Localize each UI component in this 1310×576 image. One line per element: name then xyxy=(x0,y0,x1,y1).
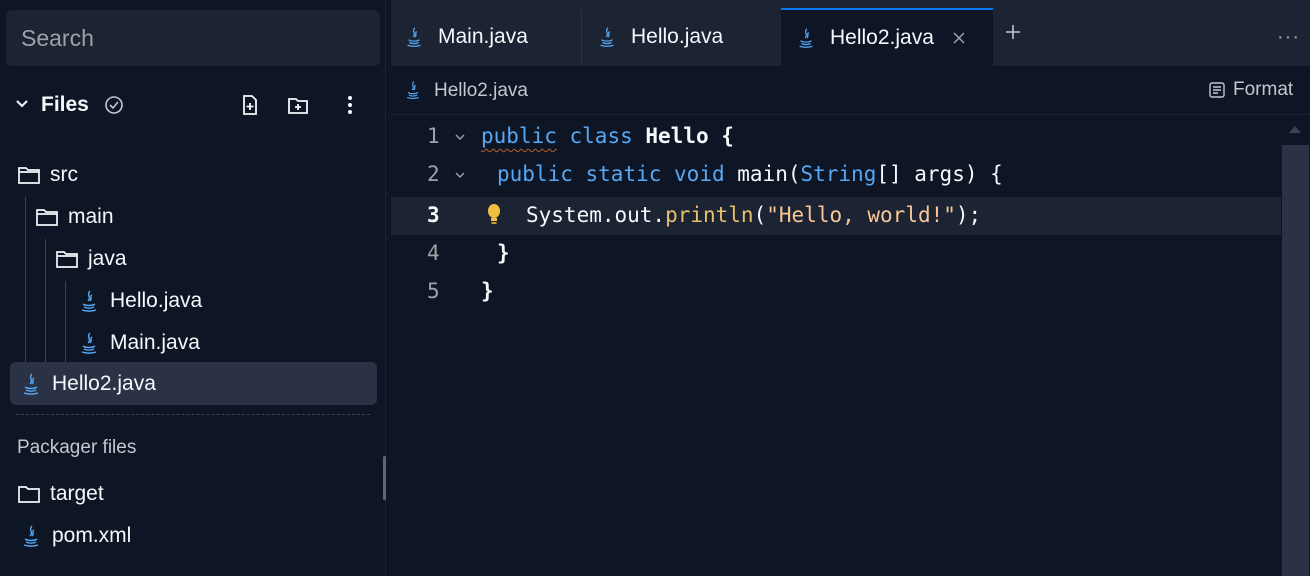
tree-item-label: Main.java xyxy=(110,331,200,355)
close-tab-icon[interactable] xyxy=(952,31,966,45)
code-token: Hello { xyxy=(633,124,734,148)
tree-item-label: Hello2.java xyxy=(52,372,156,396)
tree-item-label: main xyxy=(68,205,114,229)
files-header: Files xyxy=(0,84,386,128)
folder-icon xyxy=(35,205,59,229)
tree-item-hello-java[interactable]: Hello.java xyxy=(77,280,202,322)
java-icon xyxy=(77,289,101,313)
code-token: void xyxy=(674,162,725,186)
code-line[interactable]: 5 } xyxy=(391,273,1281,311)
code-line[interactable]: 2 public static void main(String[] args)… xyxy=(391,156,1281,194)
tree-item-label: src xyxy=(50,163,78,187)
code-token: ( xyxy=(754,203,767,227)
code-token: println xyxy=(665,203,754,227)
more-options-icon[interactable] xyxy=(338,93,362,117)
code-token: class xyxy=(570,124,633,148)
file-sidebar: Search Files src main java Hello.java Ma… xyxy=(0,0,386,576)
tab-bar: Main.java Hello.java Hello2.java ··· xyxy=(391,0,1310,66)
code-token: public xyxy=(497,162,573,186)
files-title: Files xyxy=(41,93,89,117)
tab-hello-java[interactable]: Hello.java xyxy=(582,8,780,66)
add-tab-icon[interactable] xyxy=(1003,22,1023,42)
sidebar-divider xyxy=(16,414,370,415)
code-token: "Hello, world!" xyxy=(766,203,956,227)
lightbulb-icon[interactable] xyxy=(486,202,502,228)
java-icon xyxy=(403,80,423,100)
line-number: 3 xyxy=(427,203,447,227)
code-token: ); xyxy=(956,203,981,227)
fold-chevron-icon[interactable] xyxy=(454,132,466,142)
tree-item-label: pom.xml xyxy=(52,524,131,548)
tree-guide xyxy=(45,239,46,362)
format-label: Format xyxy=(1233,79,1293,101)
tree-guide xyxy=(25,197,26,362)
editor-pane: Main.java Hello.java Hello2.java ··· Hel… xyxy=(391,0,1310,576)
code-token: static xyxy=(586,162,662,186)
tree-item-pom-xml[interactable]: pom.xml xyxy=(19,515,131,557)
scroll-up-arrow-icon[interactable] xyxy=(1288,124,1302,134)
java-icon xyxy=(19,524,43,548)
tree-item-main-java[interactable]: Main.java xyxy=(77,322,200,364)
line-number: 2 xyxy=(427,162,447,186)
code-line[interactable]: 4 } xyxy=(391,235,1281,273)
code-line[interactable]: 1 public class Hello { xyxy=(391,118,1281,156)
sidebar-scrollbar[interactable] xyxy=(383,456,386,500)
fold-chevron-icon[interactable] xyxy=(454,170,466,180)
code-token: } xyxy=(497,241,510,265)
line-number: 1 xyxy=(427,124,447,148)
tab-more-icon[interactable]: ··· xyxy=(1277,26,1300,49)
packager-files-label: Packager files xyxy=(17,437,136,459)
java-icon xyxy=(596,26,618,48)
format-icon xyxy=(1208,81,1226,99)
file-path-bar: Hello2.java Format xyxy=(391,67,1310,115)
tab-label: Hello.java xyxy=(631,25,723,49)
java-icon xyxy=(19,372,43,396)
tree-item-label: target xyxy=(50,482,104,506)
code-token: String xyxy=(800,162,876,186)
tree-item-hello2-java[interactable]: Hello2.java xyxy=(19,363,156,405)
line-number: 5 xyxy=(427,279,447,303)
java-icon xyxy=(795,27,817,49)
folder-icon xyxy=(17,482,41,506)
code-token: System.out. xyxy=(526,203,665,227)
new-folder-icon[interactable] xyxy=(286,93,310,117)
tree-item-main[interactable]: main xyxy=(35,196,114,238)
tree-item-src[interactable]: src xyxy=(17,154,78,196)
search-input[interactable]: Search xyxy=(6,10,380,66)
code-line-current[interactable]: 3 System.out.println("Hello, world!"); xyxy=(391,197,1281,235)
tab-hello2-java[interactable]: Hello2.java xyxy=(781,8,993,66)
new-file-icon[interactable] xyxy=(238,93,262,117)
tree-item-target[interactable]: target xyxy=(17,473,104,515)
editor-scrollbar-thumb[interactable] xyxy=(1282,145,1309,576)
java-icon xyxy=(77,331,101,355)
tree-guide xyxy=(65,281,66,362)
code-token: [] args) { xyxy=(876,162,1002,186)
code-token: main( xyxy=(737,162,800,186)
java-icon xyxy=(403,26,425,48)
code-token: } xyxy=(481,279,494,303)
tree-item-label: Hello.java xyxy=(110,289,202,313)
chevron-down-icon[interactable] xyxy=(12,94,32,114)
sync-status-icon xyxy=(103,94,125,116)
tab-label: Hello2.java xyxy=(830,26,934,50)
format-button[interactable]: Format xyxy=(1208,79,1293,101)
tree-item-java[interactable]: java xyxy=(55,238,127,280)
path-file-name: Hello2.java xyxy=(434,80,528,102)
folder-icon xyxy=(17,163,41,187)
line-number: 4 xyxy=(427,241,447,265)
tree-item-label: java xyxy=(88,247,127,271)
code-token: public xyxy=(481,124,557,148)
tab-label: Main.java xyxy=(438,25,528,49)
folder-icon xyxy=(55,247,79,271)
tab-main-java[interactable]: Main.java xyxy=(391,8,581,66)
